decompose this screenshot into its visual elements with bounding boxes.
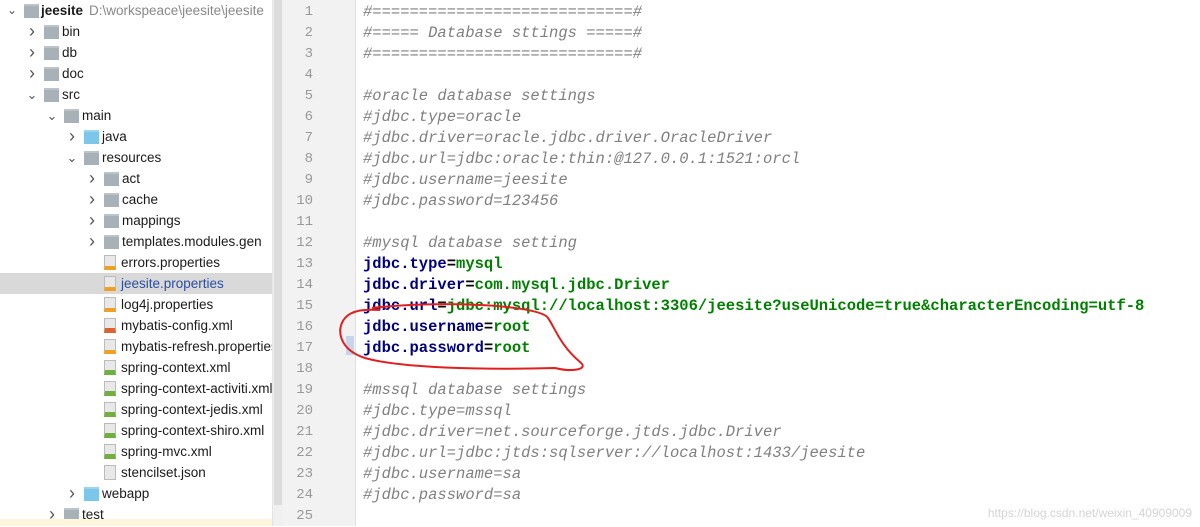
watermark: https://blog.csdn.net/weixin_40909009 <box>987 506 1192 520</box>
red-circle-annotation <box>339 303 584 371</box>
